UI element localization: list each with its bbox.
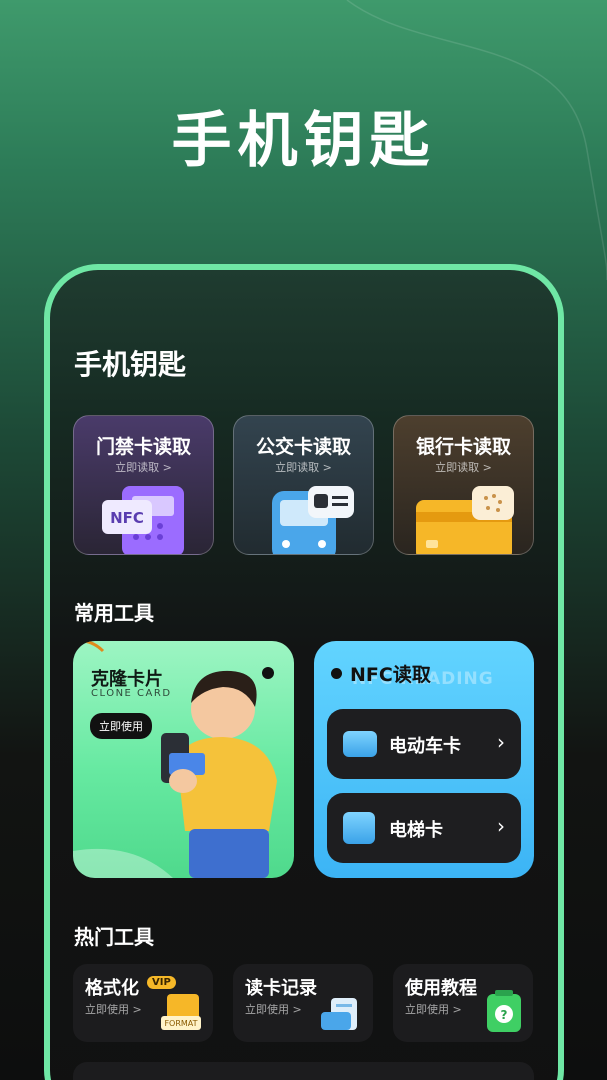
format-tool-card[interactable]: 格式化 VIP 立即使用 > FORMAT [73, 964, 213, 1042]
hero-title: 手机钥匙 [171, 106, 436, 176]
nfc-read-panel: NFC READING NFC读取 电动车卡 › 电梯卡 › [314, 641, 534, 878]
phone-frame: 手机钥匙 门禁卡读取 立即读取 > NFC 公交卡读取 立即读取 > 银行卡读取… [44, 264, 564, 1080]
format-icon: FORMAT [161, 994, 201, 1030]
elevator-card-row[interactable]: 电梯卡 › [327, 793, 521, 863]
bank-card-icon [416, 486, 514, 554]
scooter-card-row[interactable]: 电动车卡 › [327, 709, 521, 779]
app-title: 手机钥匙 [74, 348, 187, 381]
common-tools-heading: 常用工具 [74, 601, 154, 625]
nfc-title: NFC读取 [350, 664, 431, 686]
hot-tools-heading: 热门工具 [74, 925, 154, 949]
read-history-tool-card[interactable]: 读卡记录 立即使用 > [233, 964, 373, 1042]
chevron-right-icon: › [497, 814, 505, 838]
row-label: 电动车卡 [389, 736, 461, 757]
dot-icon [331, 668, 342, 679]
row-label: 电梯卡 [389, 820, 443, 841]
bus-icon [272, 486, 354, 554]
door-card-read-card[interactable]: 门禁卡读取 立即读取 > NFC [73, 415, 214, 555]
nfc-tag-label: NFC [110, 509, 144, 527]
person-with-card-illustration [73, 641, 277, 878]
tutorial-tool-card[interactable]: 使用教程 立即使用 > ? [393, 964, 533, 1042]
help-book-icon: ? [487, 990, 521, 1032]
chevron-right-icon: › [497, 730, 505, 754]
scooter-icon [343, 731, 377, 757]
bottom-panel [73, 1062, 534, 1080]
bank-card-read-card[interactable]: 银行卡读取 立即读取 > [393, 415, 534, 555]
nfc-door-card-icon: NFC [102, 486, 184, 554]
clone-card-panel[interactable]: 克隆卡片 CLONE CARD 立即使用 [73, 641, 294, 878]
record-icon [321, 998, 357, 1030]
format-icon-label: FORMAT [164, 1019, 197, 1028]
elevator-icon [343, 812, 375, 844]
bus-card-read-card[interactable]: 公交卡读取 立即读取 > [233, 415, 374, 555]
help-icon-glyph: ? [501, 1008, 508, 1022]
